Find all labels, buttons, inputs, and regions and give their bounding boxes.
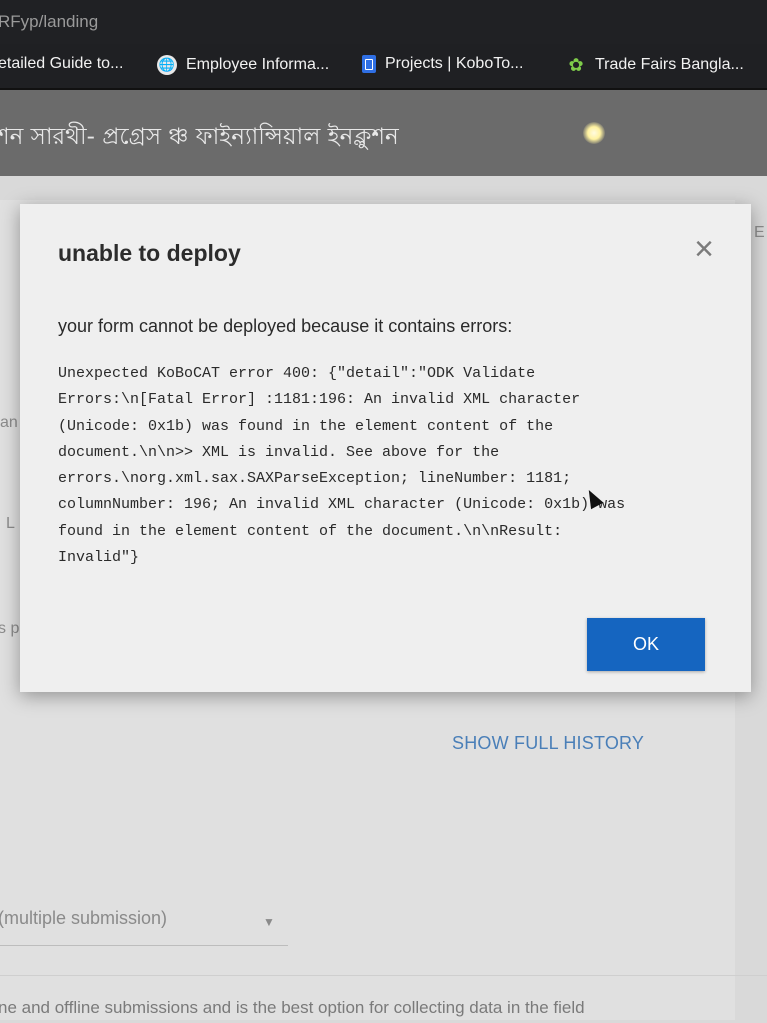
dialog-message: your form cannot be deployed because it … [58,316,513,336]
side-text: s p [0,620,20,637]
error-line: columnNumber: 196; An invalid XML charac… [58,496,626,514]
project-title: শন সারথী- প্রগ্রেস ঞ্চ ফাইন্যান্সিয়াল ই… [0,124,399,150]
bookmark-projects-kobotoolbox[interactable]: Projects | KoboTo... [362,55,523,73]
error-line: (Unicode: 0x1b) was found in the element… [58,417,554,435]
ok-button[interactable]: OK [587,618,705,671]
side-text: E [754,224,765,241]
bookmarks-bar: etailed Guide to... 🌐 Employee Informa..… [0,44,767,90]
document-icon [362,55,376,73]
fair-icon: ✿ [568,54,584,75]
bookmark-label: Trade Fairs Bangla... [595,56,744,73]
globe-icon: 🌐 [157,55,177,75]
divider [0,975,767,976]
error-line: Unexpected KoBoCAT error 400: {"detail":… [58,365,536,382]
url-text[interactable]: RFyp/landing [0,12,98,32]
chevron-down-icon: ▼ [263,915,275,929]
select-value: (multiple submission) [0,908,168,928]
error-line: Errors:\n[Fatal Error] :1181:196: An inv… [58,391,581,409]
error-line: errors.\norg.xml.sax.SAXParseException; … [58,470,572,488]
dialog-title: unable to deploy [58,240,241,266]
collection-method-description: ne and offline submissions and is the be… [0,998,585,1017]
show-full-history-link[interactable]: SHOW FULL HISTORY [452,733,644,754]
close-icon[interactable]: × [689,232,719,266]
side-text: L [6,515,15,532]
side-text: an [0,414,18,431]
submission-type-select[interactable]: (multiple submission) ▼ [0,905,288,946]
error-line: found in the element content of the docu… [58,522,563,540]
address-bar[interactable]: RFyp/landing [0,0,767,44]
bookmark-label: Employee Informa... [186,56,330,73]
bookmark-trade-fairs[interactable]: ✿ Trade Fairs Bangla... [566,54,744,75]
bookmark-detailed-guide[interactable]: etailed Guide to... [0,55,123,73]
bookmark-label: Projects | KoboTo... [385,55,524,72]
error-dialog: unable to deploy × your form cannot be d… [20,204,751,692]
error-line: Invalid"} [58,549,140,567]
bookmark-label: etailed Guide to... [0,55,124,72]
screen-glare [583,122,605,144]
error-details: Unexpected KoBoCAT error 400: {"detail":… [58,361,668,571]
project-header: শন সারথী- প্রগ্রেস ঞ্চ ফাইন্যান্সিয়াল ই… [0,90,767,176]
bookmark-employee-information[interactable]: 🌐 Employee Informa... [157,55,329,75]
error-line: document.\n\n>> XML is invalid. See abov… [58,443,500,461]
